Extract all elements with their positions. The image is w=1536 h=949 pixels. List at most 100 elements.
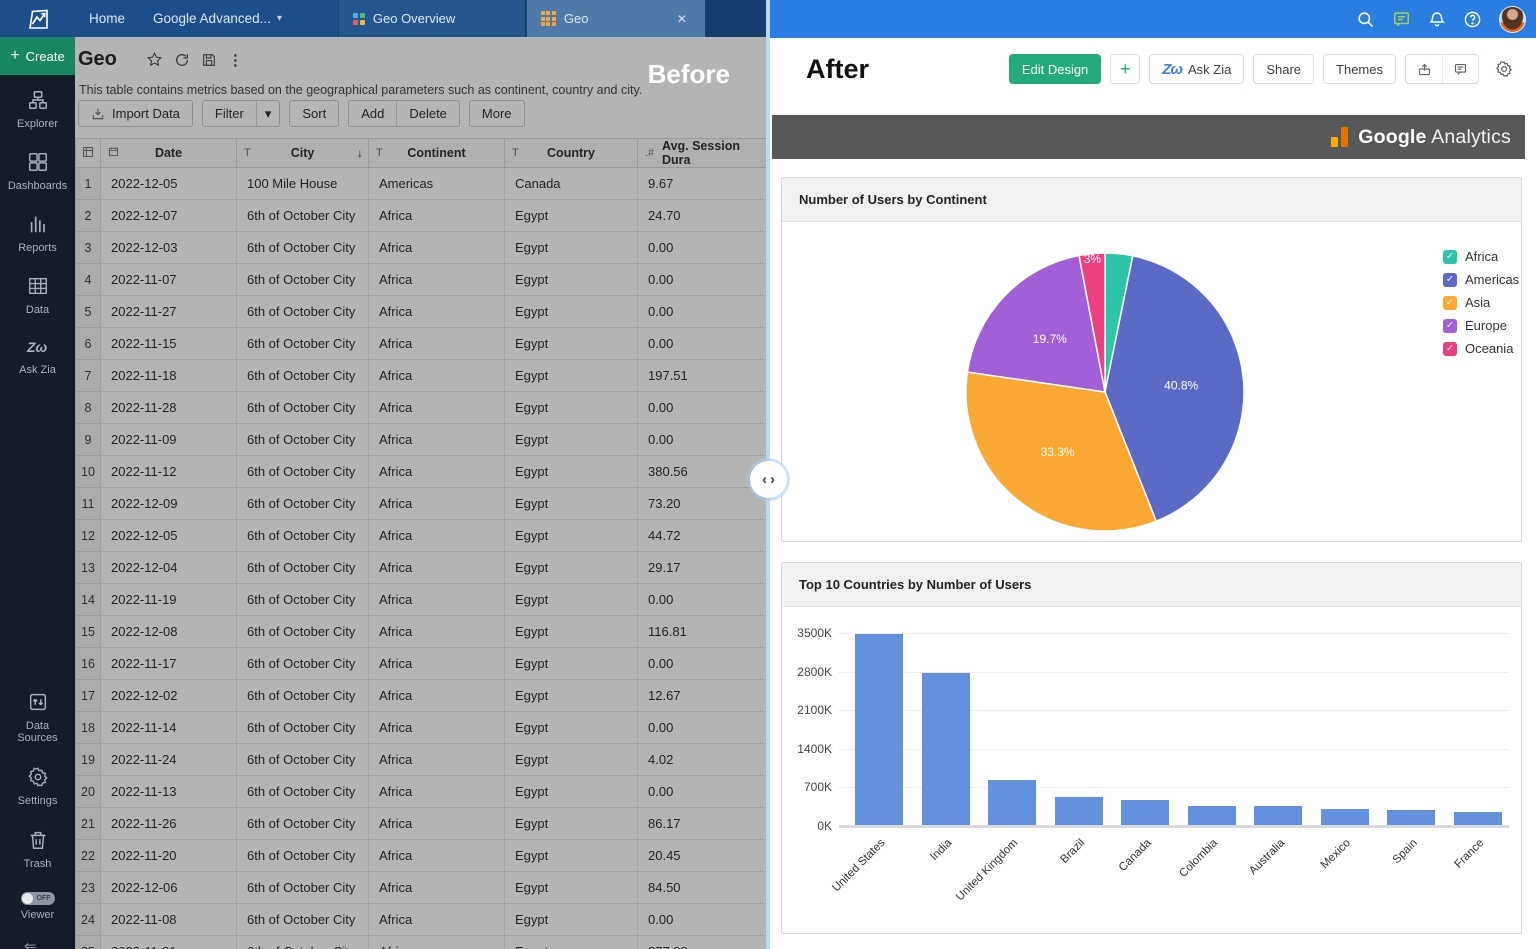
toggle-knob (21, 893, 33, 904)
zia-icon: Zω (1162, 60, 1183, 78)
comments-icon[interactable] (1442, 55, 1478, 83)
bar-india[interactable] (921, 673, 970, 825)
brand-primary: Google (1358, 125, 1427, 148)
dashboard-actions: Edit Design + Zω Ask Zia Share Themes (1008, 54, 1536, 84)
right-topbar (770, 0, 1536, 38)
ga-bars-icon (1331, 127, 1349, 147)
bar-canada[interactable] (1121, 800, 1170, 825)
tab-geo-active[interactable]: Geo ✕ (525, 0, 706, 37)
bar-slot: Australia (1245, 633, 1312, 877)
export-icon[interactable] (1406, 55, 1442, 83)
sidebar-item-label: Viewer (20, 909, 55, 921)
sidebar-item-label: Ask Zia (19, 364, 56, 376)
sidebar-item-reports[interactable]: Reports (0, 213, 75, 254)
search-icon[interactable] (1356, 10, 1375, 29)
sidebar-item-explorer[interactable]: Explorer (0, 89, 75, 130)
themes-button[interactable]: Themes (1323, 54, 1396, 84)
bar-mexico[interactable] (1320, 808, 1369, 825)
pie-legend: ✓ Africa ✓ Americas ✓ Asia ✓ Europe ✓ Oceania (1443, 245, 1519, 360)
sidebar-item-label: Trash (23, 858, 52, 870)
legend-checkbox-icon[interactable]: ✓ (1443, 318, 1457, 333)
y-axis-tick-label: 1400K (797, 741, 832, 756)
pie-chart-title: Number of Users by Continent (782, 178, 1521, 222)
before-label: Before (647, 59, 730, 89)
bar-united-kingdom[interactable] (988, 779, 1037, 825)
sidebar-item-settings[interactable]: Settings (0, 766, 75, 807)
legend-checkbox-icon[interactable]: ✓ (1443, 272, 1457, 287)
sidebar-item-label: Data (25, 304, 50, 316)
tab-geo-overview[interactable]: Geo Overview (337, 0, 526, 37)
bar-slot: Colombia (1177, 633, 1246, 880)
legend-label: Oceania (1465, 341, 1514, 356)
settings-icon (27, 766, 49, 791)
feedback-chat-icon[interactable] (1392, 10, 1411, 29)
sidebar-item-label: Dashboards (7, 180, 68, 192)
sidebar-item-data-sources[interactable]: Data Sources (0, 691, 75, 744)
legend-item-asia[interactable]: ✓ Asia (1443, 291, 1519, 314)
x-axis-category-label: India (928, 837, 955, 864)
x-axis-baseline (839, 825, 1509, 828)
ask-zia-label: Ask Zia (1187, 61, 1232, 77)
bar-chart-card: Top 10 Countries by Number of Users 3500… (781, 562, 1522, 934)
bar-slot: France (1445, 633, 1512, 871)
right-pane-after: After Edit Design + Zω Ask Zia Share The… (770, 0, 1536, 949)
user-avatar[interactable] (1499, 5, 1526, 33)
legend-item-africa[interactable]: ✓ Africa (1443, 245, 1519, 268)
edit-design-button[interactable]: Edit Design (1008, 54, 1102, 84)
legend-item-oceania[interactable]: ✓ Oceania (1443, 337, 1519, 360)
legend-checkbox-icon[interactable]: ✓ (1443, 295, 1457, 310)
legend-checkbox-icon[interactable]: ✓ (1443, 341, 1457, 356)
bar-slot: Spain (1378, 633, 1445, 866)
close-tab-icon[interactable]: ✕ (673, 10, 691, 28)
pie-slice-label: 33.3% (1041, 445, 1075, 459)
bar-slot: United States (830, 633, 913, 894)
svg-text:Zω: Zω (26, 339, 48, 355)
table-view-content: Geo ⋮ This table contains metrics based … (75, 37, 766, 949)
workspace-dropdown[interactable]: Google Advanced... ▾ (139, 0, 296, 37)
sidebar-item-ask-zia[interactable]: Zω Ask Zia (0, 337, 75, 376)
bar-united-states[interactable] (855, 633, 904, 825)
ask-zia-button[interactable]: Zω Ask Zia (1149, 54, 1245, 84)
sidebar-item-trash[interactable]: Trash (0, 829, 75, 870)
collapse-sidebar-icon[interactable]: ⇐ (24, 937, 37, 949)
zoho-analytics-logo[interactable] (0, 0, 75, 37)
sidebar-item-viewer[interactable]: OFF Viewer (0, 892, 75, 921)
y-axis-tick-label: 3500K (797, 626, 832, 640)
trash-icon (27, 829, 49, 854)
sidebar-nav: Explorer Dashboards Reports Data Zω Ask Zia (0, 89, 75, 376)
tab-label: Geo Overview (372, 11, 456, 26)
settings-gear-icon[interactable] (1488, 54, 1520, 84)
bar-colombia[interactable] (1187, 805, 1236, 825)
bar-australia[interactable] (1254, 806, 1303, 825)
create-button[interactable]: + Create (0, 37, 75, 75)
bar-chart-title: Top 10 Countries by Number of Users (782, 563, 1521, 607)
y-axis-tick-label: 2100K (797, 703, 832, 717)
left-topbar: Home Google Advanced... ▾ Geo Overview G… (0, 0, 766, 37)
legend-checkbox-icon[interactable]: ✓ (1443, 249, 1457, 264)
legend-item-americas[interactable]: ✓ Americas (1443, 268, 1519, 291)
analytics-logo-icon (28, 9, 48, 29)
legend-item-europe[interactable]: ✓ Europe (1443, 314, 1519, 337)
create-label: Create (25, 48, 65, 64)
tabbar-empty-space (705, 0, 766, 37)
divider-drag-handle[interactable]: ‹ › (750, 461, 787, 498)
sidebar-item-label: Explorer (17, 118, 58, 130)
viewer-toggle[interactable]: OFF (20, 892, 55, 905)
share-button[interactable]: Share (1253, 54, 1315, 84)
help-icon[interactable] (1463, 10, 1482, 29)
nav-home[interactable]: Home (75, 0, 139, 37)
notifications-bell-icon[interactable] (1428, 10, 1446, 28)
tab-strip: Geo Overview Geo ✕ (337, 0, 766, 37)
add-widget-button[interactable]: + (1110, 54, 1141, 84)
sidebar-item-label: Reports (18, 242, 57, 254)
dashboards-icon (27, 151, 49, 176)
sidebar-item-dashboards[interactable]: Dashboards (0, 151, 75, 192)
toggle-state-label: OFF (36, 894, 51, 902)
bar-spain[interactable] (1387, 810, 1436, 825)
sidebar-item-data[interactable]: Data (0, 275, 75, 316)
bar-brazil[interactable] (1054, 796, 1103, 825)
themes-label: Themes (1336, 61, 1383, 77)
bar-chart-body: 3500K 2800K 2100K 1400K 700K 0K United States I… (782, 607, 1521, 933)
after-label: After (806, 53, 870, 84)
bar-france[interactable] (1453, 812, 1502, 825)
